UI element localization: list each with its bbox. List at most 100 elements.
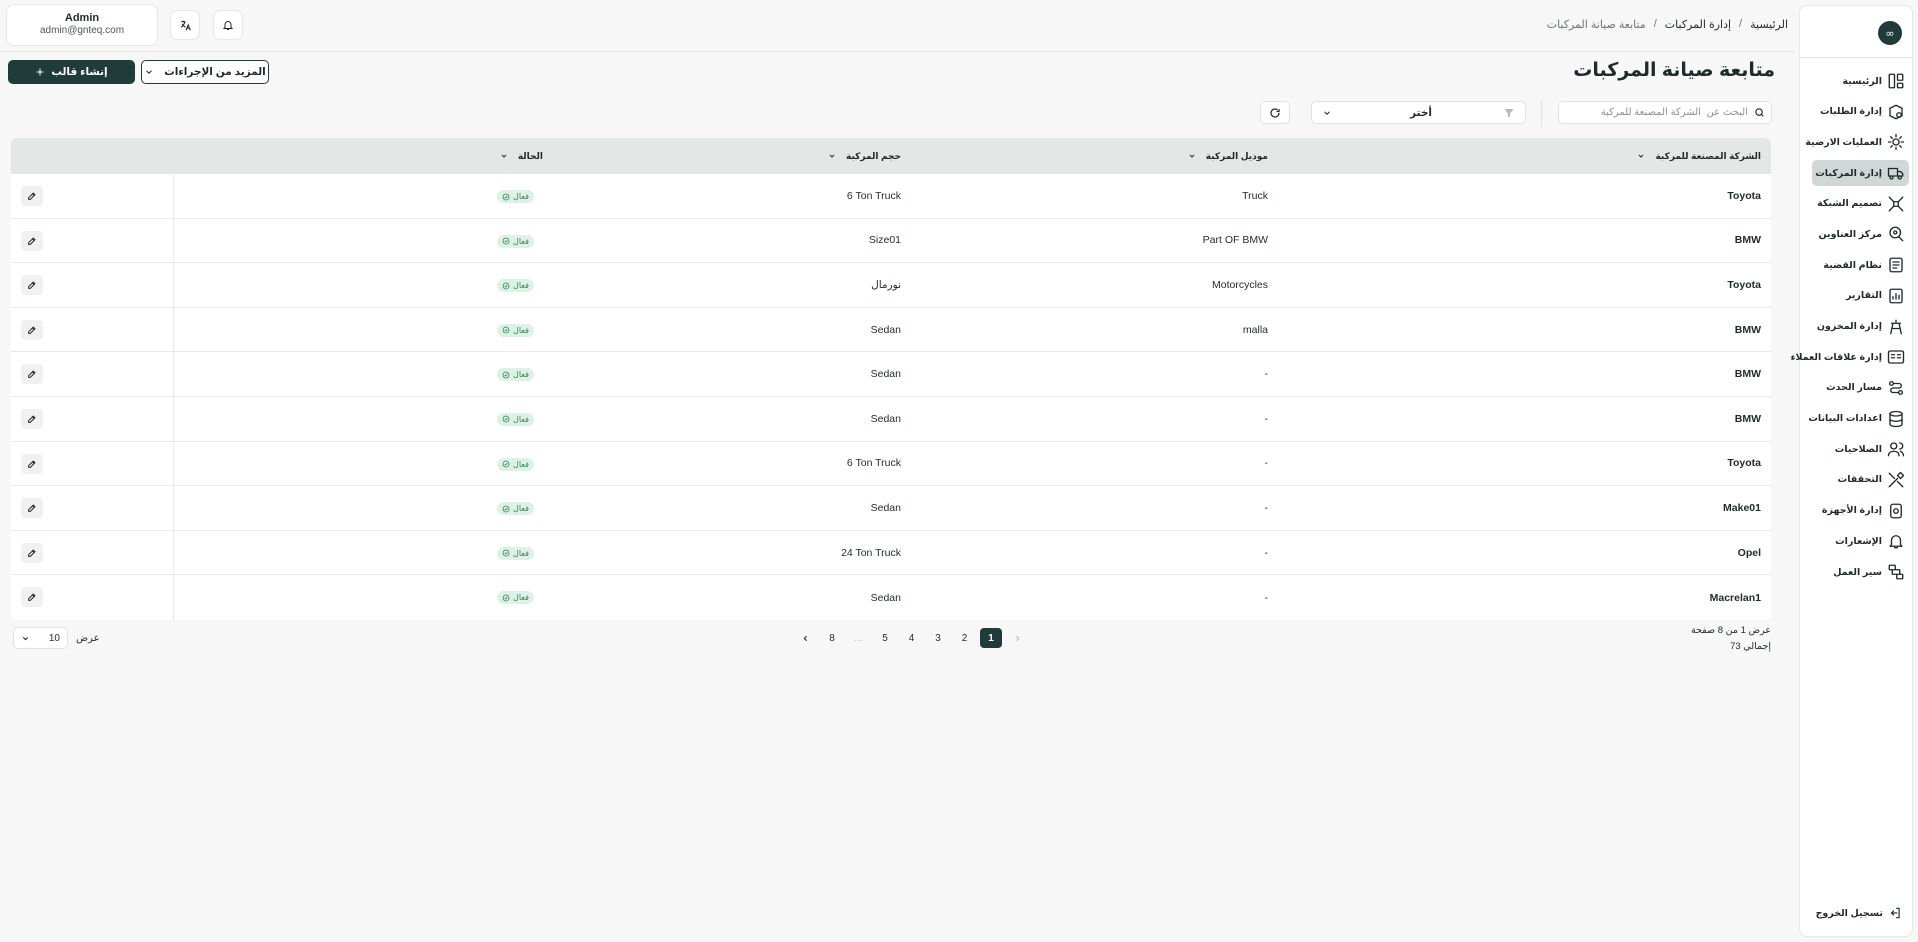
- page-button[interactable]: 4: [901, 628, 923, 648]
- status-badge: فعال: [497, 457, 534, 471]
- cell-model: -: [1264, 546, 1269, 559]
- cell-size: 6 Ton Truck: [846, 189, 901, 202]
- page-button[interactable]: 2: [954, 628, 976, 648]
- search-icon: [1754, 107, 1765, 118]
- pagination-ellipsis: ...: [854, 632, 863, 644]
- status-label: فعال: [513, 325, 529, 335]
- column-header-status[interactable]: الحالة: [500, 138, 543, 174]
- chevron-down-icon: [500, 152, 508, 160]
- users-icon: [1887, 440, 1905, 458]
- sidebar-item[interactable]: العمليات الارضية: [1805, 129, 1909, 155]
- sidebar-item[interactable]: إدارة المخزون: [1812, 314, 1909, 340]
- breadcrumb-section[interactable]: إدارة المركبات: [1665, 18, 1731, 31]
- more-actions-button[interactable]: المزيد من الإجراءات: [141, 60, 269, 84]
- status-badge: فعال: [497, 546, 534, 560]
- language-button[interactable]: [170, 10, 200, 40]
- sidebar-item-label: التقارير: [1845, 290, 1882, 302]
- logout-button[interactable]: تسجيل الخروج: [1816, 906, 1902, 920]
- cell-maker: Toyota: [1727, 278, 1761, 291]
- pencil-icon: [27, 414, 37, 424]
- cell-maker: Macrelan1: [1709, 591, 1761, 604]
- page-button[interactable]: 3: [927, 628, 949, 648]
- breadcrumb-home[interactable]: الرئيسية: [1750, 18, 1788, 31]
- sidebar-item[interactable]: الرئيسية: [1812, 68, 1909, 94]
- status-label: فعال: [513, 548, 529, 558]
- order-box-icon: [1887, 103, 1905, 121]
- edit-button[interactable]: [21, 587, 43, 608]
- chevron-down-icon: [1637, 152, 1645, 160]
- refresh-button[interactable]: [1260, 101, 1290, 124]
- sidebar-item[interactable]: التقارير: [1812, 283, 1909, 309]
- page-title: متابعة صيانة المركبات: [1573, 60, 1775, 81]
- edit-button[interactable]: [21, 186, 43, 206]
- table-row[interactable]: BMW - Sedan فعال: [11, 396, 1771, 442]
- sidebar-item[interactable]: نظام القضية: [1812, 252, 1909, 278]
- next-page-button[interactable]: [795, 628, 817, 648]
- table-row[interactable]: Make01 - Sedan فعال: [11, 486, 1771, 531]
- pagination-total: إجمالي 73: [1730, 641, 1771, 652]
- sidebar-item[interactable]: إدارة الطلبات: [1812, 99, 1909, 125]
- table-row[interactable]: Opel - 24 Ton Truck فعال: [11, 530, 1771, 576]
- sidebar-item[interactable]: اعدادات البيانات: [1808, 406, 1909, 432]
- status-badge: فعال: [497, 190, 534, 203]
- sidebar-item-label: إدارة الطلبات: [1819, 106, 1882, 118]
- edit-button[interactable]: [21, 498, 43, 519]
- chevron-down-icon: [1322, 108, 1332, 118]
- page-button[interactable]: 1: [980, 628, 1002, 648]
- sidebar-item[interactable]: إدارة علاقات العملاء: [1791, 344, 1909, 370]
- check-circle-icon: [502, 371, 510, 379]
- column-header-maker[interactable]: الشركة المصنعة للمركبة: [1637, 138, 1761, 174]
- sidebar-item[interactable]: إدارة الأجهزة: [1812, 498, 1909, 524]
- cell-size: Sedan: [870, 368, 901, 381]
- sidebar-item[interactable]: مسار الحدث: [1812, 375, 1909, 401]
- table-row[interactable]: Toyota Truck 6 Ton Truck فعال: [11, 174, 1771, 219]
- edit-button[interactable]: [21, 230, 43, 251]
- table-row[interactable]: BMW Part OF BMW Size01 فعال: [11, 218, 1771, 264]
- column-header-model[interactable]: موديل المركبة: [1188, 138, 1268, 174]
- column-header-label: حجم المركبة: [846, 150, 901, 161]
- actions-divider: [173, 396, 174, 441]
- table-row[interactable]: Toyota Motorcycles نورمال فعال: [11, 263, 1771, 308]
- app-logo[interactable]: ∞: [1878, 21, 1902, 45]
- edit-button[interactable]: [21, 542, 43, 563]
- user-menu[interactable]: Admin admin@gnteq.com: [6, 4, 158, 46]
- sidebar-item-label: مسار الحدث: [1826, 382, 1882, 394]
- edit-button[interactable]: [21, 275, 43, 296]
- edit-button[interactable]: [21, 319, 43, 340]
- page-button[interactable]: 5: [874, 628, 896, 648]
- cell-size: Sedan: [870, 591, 901, 604]
- sidebar-item[interactable]: تصميم الشبكة: [1812, 191, 1909, 217]
- table-row[interactable]: Macrelan1 - Sedan فعال: [11, 575, 1771, 620]
- check-circle-icon: [502, 193, 510, 201]
- column-header-label: الشركة المصنعة للمركبة: [1655, 150, 1761, 161]
- search-input[interactable]: [1568, 107, 1748, 118]
- pencil-icon: [27, 280, 37, 290]
- edit-button[interactable]: [21, 453, 43, 474]
- create-template-button[interactable]: إنشاء قالب: [8, 60, 135, 84]
- report-icon: [1887, 287, 1905, 305]
- cell-maker: BMW: [1734, 234, 1761, 247]
- logout-icon: [1888, 906, 1902, 920]
- sidebar-item[interactable]: مركز العناوين: [1812, 221, 1909, 247]
- notifications-button[interactable]: [213, 10, 243, 40]
- sidebar-item[interactable]: التحققات: [1812, 467, 1909, 493]
- edit-button[interactable]: [21, 408, 43, 429]
- table-row[interactable]: BMW - Sedan فعال: [11, 352, 1771, 397]
- sidebar-item[interactable]: إدارة المركبات: [1812, 160, 1909, 187]
- table-row[interactable]: Toyota - 6 Ton Truck فعال: [11, 441, 1771, 487]
- sidebar-item-label: نظام القضية: [1823, 259, 1882, 271]
- sidebar-item[interactable]: الإشعارات: [1812, 528, 1909, 554]
- status-badge: فعال: [497, 412, 534, 426]
- table-row[interactable]: BMW malla Sedan فعال: [11, 307, 1771, 353]
- sidebar-item[interactable]: الصلاحيات: [1812, 436, 1909, 462]
- column-header-size[interactable]: حجم المركبة: [828, 138, 901, 174]
- sidebar-item[interactable]: سير العمل: [1812, 559, 1909, 585]
- page-size-select[interactable]: 10: [13, 627, 68, 649]
- edit-button[interactable]: [21, 364, 43, 385]
- filter-select[interactable]: أختر: [1311, 101, 1526, 124]
- bell-icon: [222, 19, 234, 31]
- table-body: Toyota Truck 6 Ton Truck فعال BMW Part OF BMW…: [11, 174, 1771, 620]
- page-button[interactable]: 8: [821, 628, 843, 648]
- prev-page-button[interactable]: [1007, 628, 1029, 648]
- cell-model: -: [1264, 368, 1269, 381]
